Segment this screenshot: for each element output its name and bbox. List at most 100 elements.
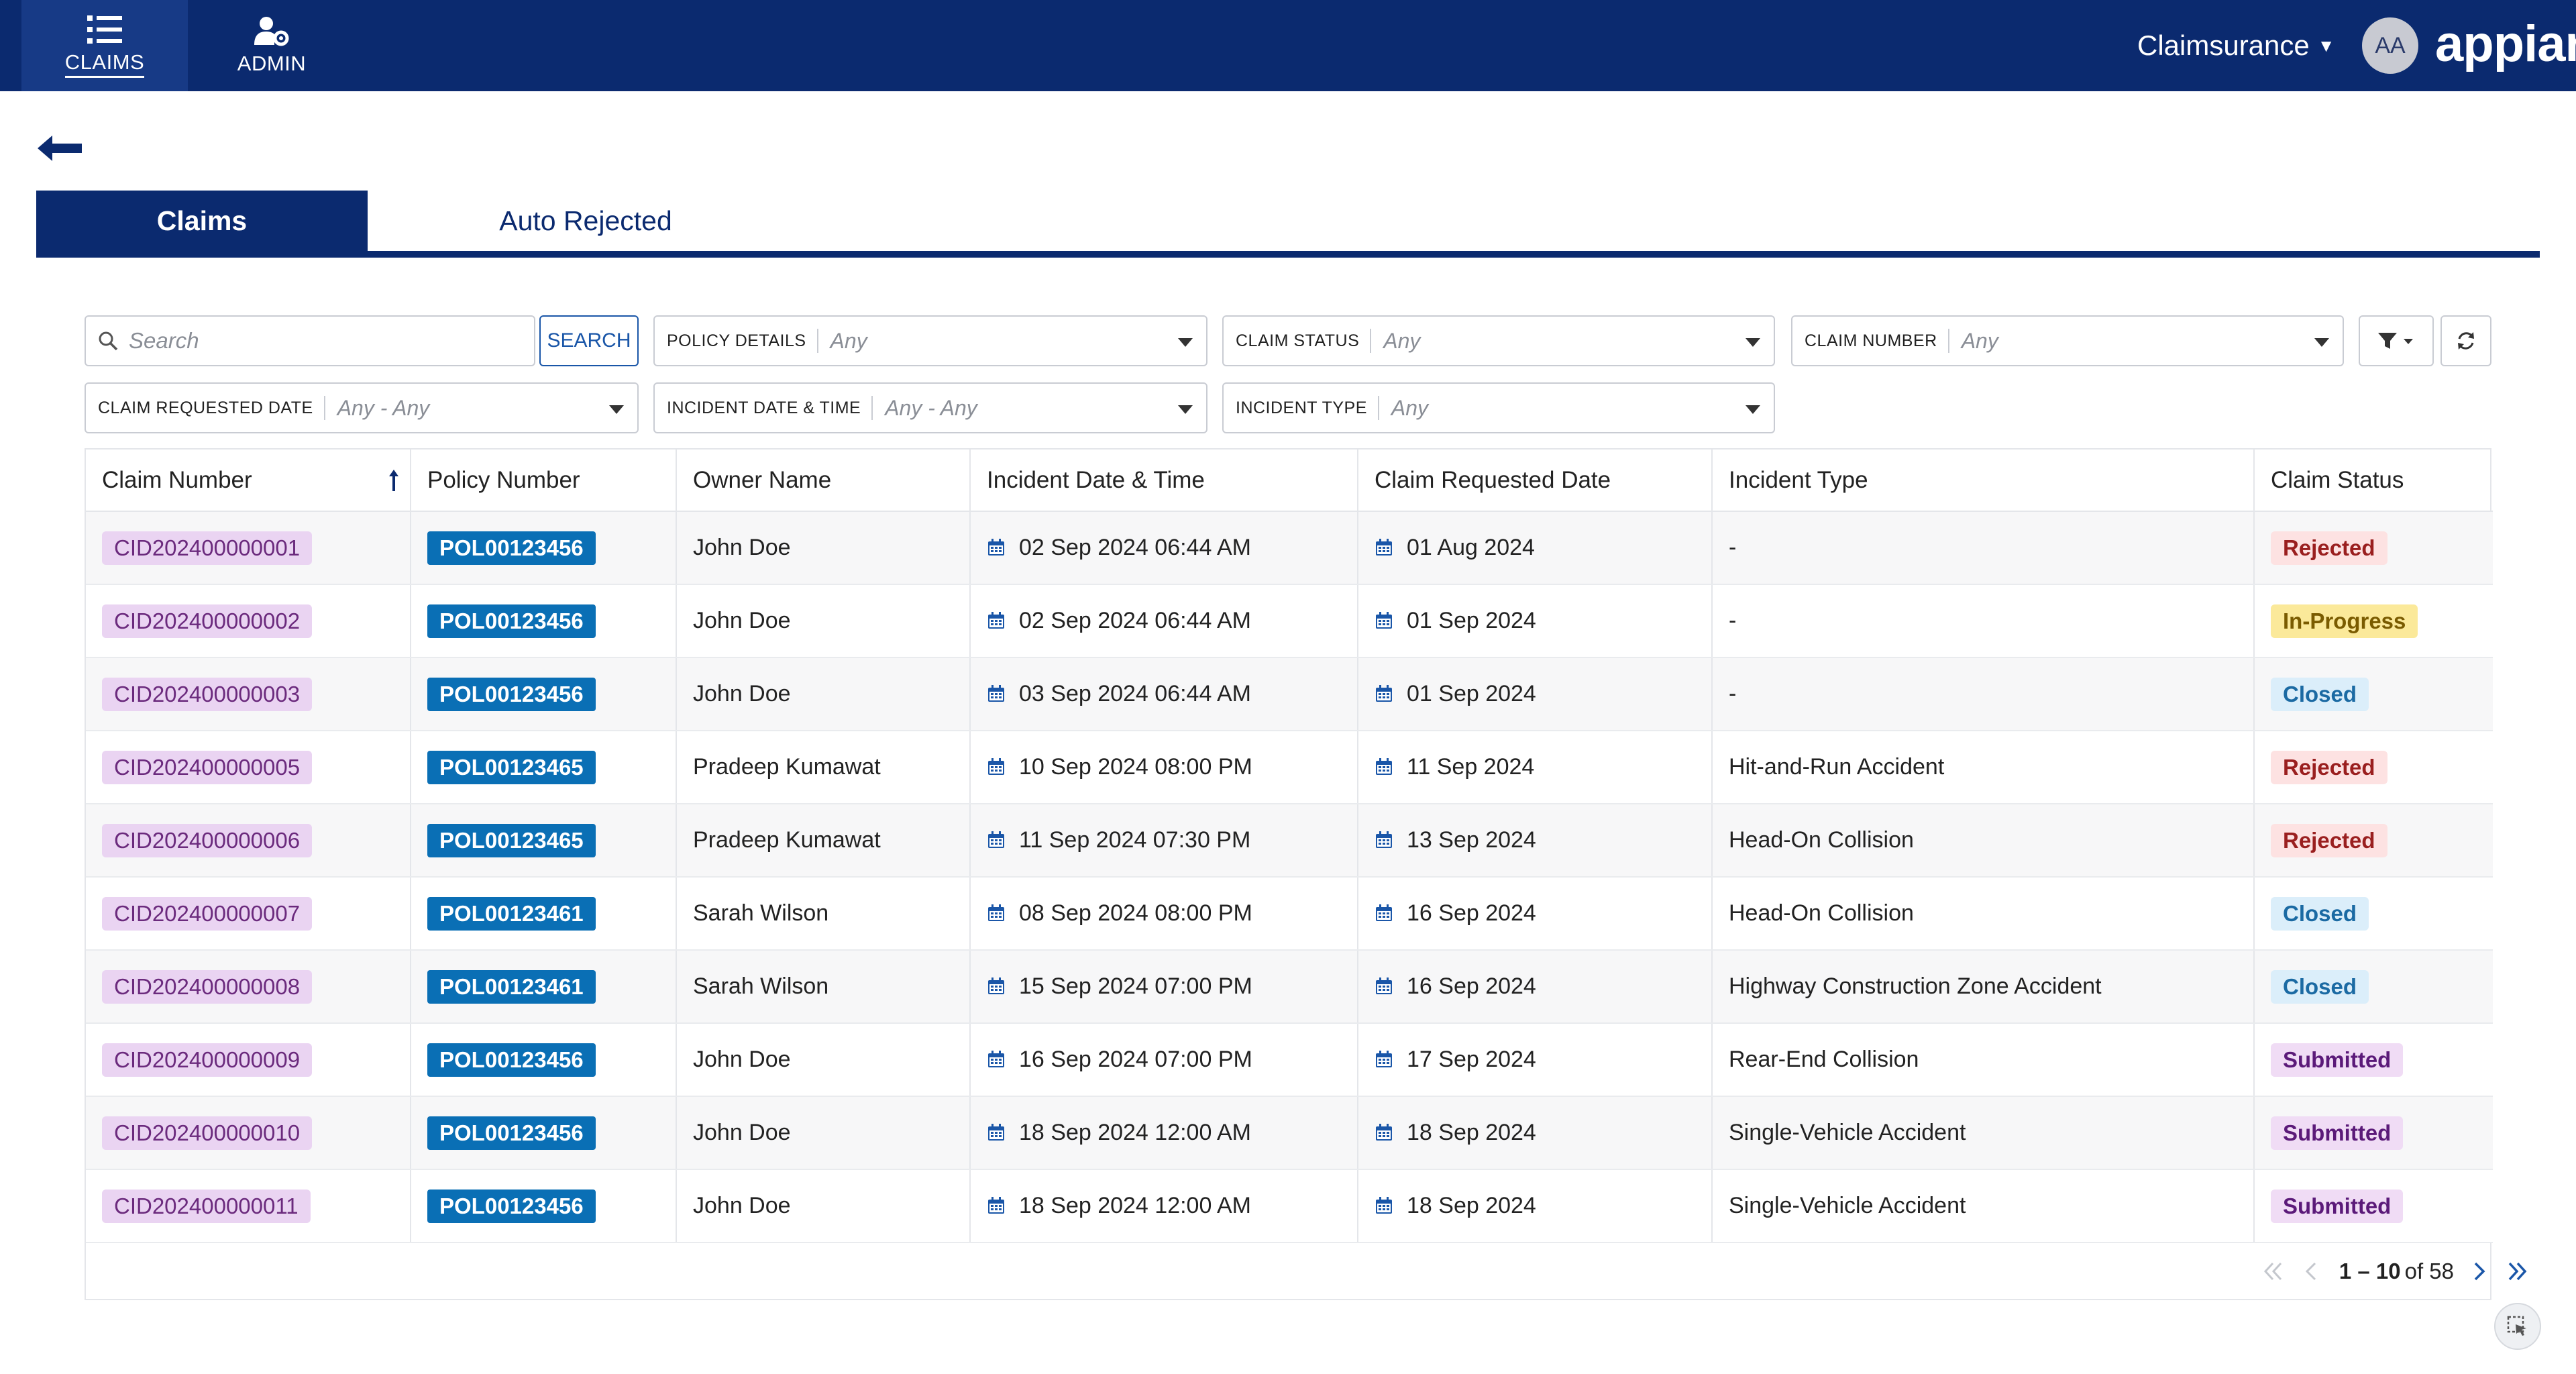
appian-logo: appian [2435,15,2576,72]
claim-number-link[interactable]: CID202400000003 [102,677,313,711]
incident-type-cell: Hit-and-Run Accident [1712,731,2255,804]
owner-name-cell: John Doe [676,584,971,658]
status-badge: Rejected [2271,823,2387,857]
refresh-icon [2458,332,2474,350]
claim-number-link[interactable]: CID202400000005 [102,750,313,784]
table-row[interactable]: CID202400000006 POL00123465 Pradeep Kumawa… [86,804,2493,878]
double-chevron-right-icon [2508,1262,2527,1281]
status-badge: Submitted [2271,1043,2404,1077]
claim-number-link[interactable]: CID202400000011 [102,1189,311,1223]
feedback-button[interactable] [2494,1303,2541,1350]
column-header-incident-date-time[interactable]: Incident Date & Time [970,450,1358,512]
nav-tab-claims[interactable]: CLAIMS [21,0,188,91]
filter-menu-button[interactable] [2359,315,2434,366]
nav-tab-admin[interactable]: ADMIN [188,0,356,91]
status-badge: Rejected [2271,750,2387,784]
search-icon [99,331,118,351]
calendar-icon [1376,1197,1392,1214]
filter-label: CLAIM STATUS [1236,329,1372,353]
policy-number-link[interactable]: POL00123461 [427,896,596,931]
table-row[interactable]: CID202400000010 POL00123456 John Doe 18 Sep… [86,1096,2493,1170]
claim-number-link[interactable]: CID202400000009 [102,1043,313,1077]
first-page-button[interactable] [2260,1258,2287,1285]
policy-number-cell: POL00123461 [411,950,677,1024]
requested-date-cell: 18 Sep 2024 [1358,1169,1713,1243]
chevron-right-icon [2474,1262,2485,1281]
policy-number-link[interactable]: POL00123456 [427,604,596,638]
table-row[interactable]: CID202400000005 POL00123465 Pradeep Kumawa… [86,731,2493,804]
table-row[interactable]: CID202400000009 POL00123456 John Doe 16 Sep… [86,1023,2493,1097]
policy-number-cell: POL00123456 [411,584,677,658]
column-header-claim-requested-date[interactable]: Claim Requested Date [1358,450,1713,512]
search-field[interactable] [85,315,535,366]
policy-number-link[interactable]: POL00123465 [427,750,596,784]
table-row[interactable]: CID202400000003 POL00123456 John Doe 03 Sep… [86,657,2493,731]
policy-number-link[interactable]: POL00123456 [427,1043,596,1077]
table-row[interactable]: CID202400000011 POL00123456 John Doe 18 Sep… [86,1169,2493,1243]
policy-number-cell: POL00123456 [411,511,677,585]
claims-grid: Claim Number Policy Number Owner Name In… [85,448,2493,1300]
column-header-claim-status[interactable]: Claim Status [2254,450,2493,512]
policy-details-filter[interactable]: POLICY DETAILS Any [653,315,1208,366]
calendar-icon [1376,612,1392,629]
requested-date-text: 16 Sep 2024 [1407,973,1536,999]
tab-claims[interactable]: Claims [36,191,368,251]
policy-number-link[interactable]: POL00123456 [427,1116,596,1150]
filter-value: Any [1391,395,1429,420]
site-switcher-menu[interactable]: Claimsurance ▼ [2137,25,2335,66]
caret-down-icon [1746,338,1760,347]
previous-page-button[interactable] [2298,1258,2324,1285]
policy-number-link[interactable]: POL00123456 [427,677,596,711]
claim-number-cell: CID202400000003 [86,657,411,731]
table-row[interactable]: CID202400000008 POL00123461 Sarah Wilson 15… [86,950,2493,1024]
policy-number-link[interactable]: POL00123461 [427,969,596,1004]
table-row[interactable]: CID202400000001 POL00123456 John Doe 02 Sep… [86,511,2493,585]
column-header-owner-name[interactable]: Owner Name [676,450,971,512]
table-row[interactable]: CID202400000002 POL00123456 John Doe 02 Sep… [86,584,2493,658]
policy-number-link[interactable]: POL00123465 [427,823,596,857]
policy-number-cell: POL00123465 [411,804,677,878]
incident-type-filter[interactable]: INCIDENT TYPE Any [1222,382,1775,433]
policy-number-cell: POL00123465 [411,731,677,804]
next-page-button[interactable] [2466,1258,2493,1285]
claim-status-cell: Closed [2254,657,2493,731]
user-avatar[interactable]: AA [2362,17,2418,74]
claim-number-filter[interactable]: CLAIM NUMBER Any [1791,315,2344,366]
back-button[interactable] [38,131,85,165]
claim-number-link[interactable]: CID202400000007 [102,896,313,931]
policy-number-link[interactable]: POL00123456 [427,1189,596,1223]
incident-type-cell: Head-On Collision [1712,877,2255,951]
incident-type-cell: Single-Vehicle Accident [1712,1096,2255,1170]
search-button[interactable]: SEARCH [539,315,639,366]
incident-date-text: 08 Sep 2024 08:00 PM [1019,900,1252,926]
claim-number-link[interactable]: CID202400000001 [102,531,313,565]
claim-status-filter[interactable]: CLAIM STATUS Any [1222,315,1775,366]
policy-number-cell: POL00123456 [411,1023,677,1097]
claims-table: Claim Number Policy Number Owner Name In… [86,450,2493,1243]
owner-name-cell: Pradeep Kumawat [676,804,971,878]
last-page-button[interactable] [2504,1258,2530,1285]
table-row[interactable]: CID202400000007 POL00123461 Sarah Wilson 08… [86,877,2493,951]
refresh-button[interactable] [2440,315,2491,366]
incident-date-text: 18 Sep 2024 12:00 AM [1019,1193,1251,1218]
incident-date-cell: 18 Sep 2024 12:00 AM [970,1169,1358,1243]
incident-date-time-filter[interactable]: INCIDENT DATE & TIME Any - Any [653,382,1208,433]
search-input[interactable] [129,328,518,354]
column-header-incident-type[interactable]: Incident Type [1712,450,2255,512]
tab-auto-rejected[interactable]: Auto Rejected [368,191,804,251]
claim-number-link[interactable]: CID202400000010 [102,1116,313,1150]
claim-number-link[interactable]: CID202400000006 [102,823,313,857]
claim-number-cell: CID202400000010 [86,1096,411,1170]
column-header-claim-number[interactable]: Claim Number [86,450,411,512]
claim-requested-date-filter[interactable]: CLAIM REQUESTED DATE Any - Any [85,382,639,433]
requested-date-text: 01 Sep 2024 [1407,681,1536,706]
claim-number-link[interactable]: CID202400000002 [102,604,313,638]
claim-number-link[interactable]: CID202400000008 [102,969,313,1004]
double-chevron-left-icon [2263,1262,2282,1281]
policy-number-link[interactable]: POL00123456 [427,531,596,565]
cursor-select-icon [2507,1316,2526,1336]
table-header-row: Claim Number Policy Number Owner Name In… [86,450,2493,512]
filter-label: INCIDENT TYPE [1236,396,1379,420]
claim-number-cell: CID202400000006 [86,804,411,878]
column-header-policy-number[interactable]: Policy Number [411,450,677,512]
